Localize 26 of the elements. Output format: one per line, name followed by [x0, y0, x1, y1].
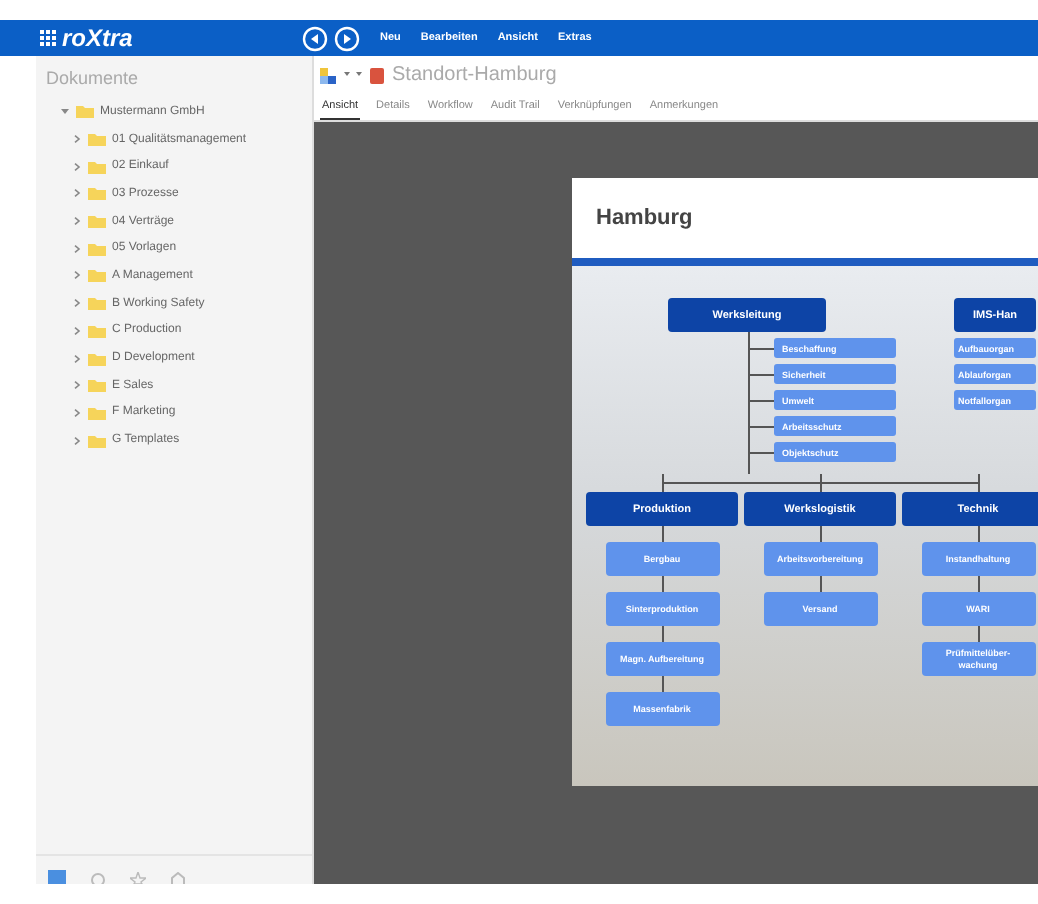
caret-down-icon[interactable]: [60, 106, 70, 117]
document-title: Standort-Hamburg: [392, 64, 557, 86]
caret-right-icon[interactable]: [72, 161, 82, 172]
grid-icon[interactable]: [40, 30, 56, 46]
caret-right-icon[interactable]: [72, 353, 82, 364]
page-heading: Hamburg: [594, 204, 695, 234]
app-logo: roXtra: [62, 24, 133, 52]
back-icon[interactable]: [302, 25, 328, 51]
caret-right-icon[interactable]: [72, 325, 82, 336]
caret-right-icon[interactable]: [72, 298, 82, 309]
star-icon[interactable]: [130, 872, 146, 884]
caret-right-icon[interactable]: [72, 407, 82, 418]
home-icon[interactable]: [170, 872, 186, 884]
caret-right-icon[interactable]: [72, 270, 82, 281]
document-icon: [370, 67, 384, 83]
caret-right-icon[interactable]: [72, 435, 82, 446]
caret-icon[interactable]: [344, 71, 362, 79]
caret-right-icon[interactable]: [72, 243, 82, 254]
caret-right-icon[interactable]: [72, 188, 82, 199]
caret-right-icon[interactable]: [72, 216, 82, 227]
search-icon[interactable]: [90, 872, 106, 884]
sidebar-title: Dokumente: [44, 66, 141, 92]
caret-right-icon[interactable]: [72, 380, 82, 391]
caret-right-icon[interactable]: [72, 134, 82, 145]
document-type-icon: [320, 67, 336, 83]
forward-icon[interactable]: [334, 25, 360, 51]
